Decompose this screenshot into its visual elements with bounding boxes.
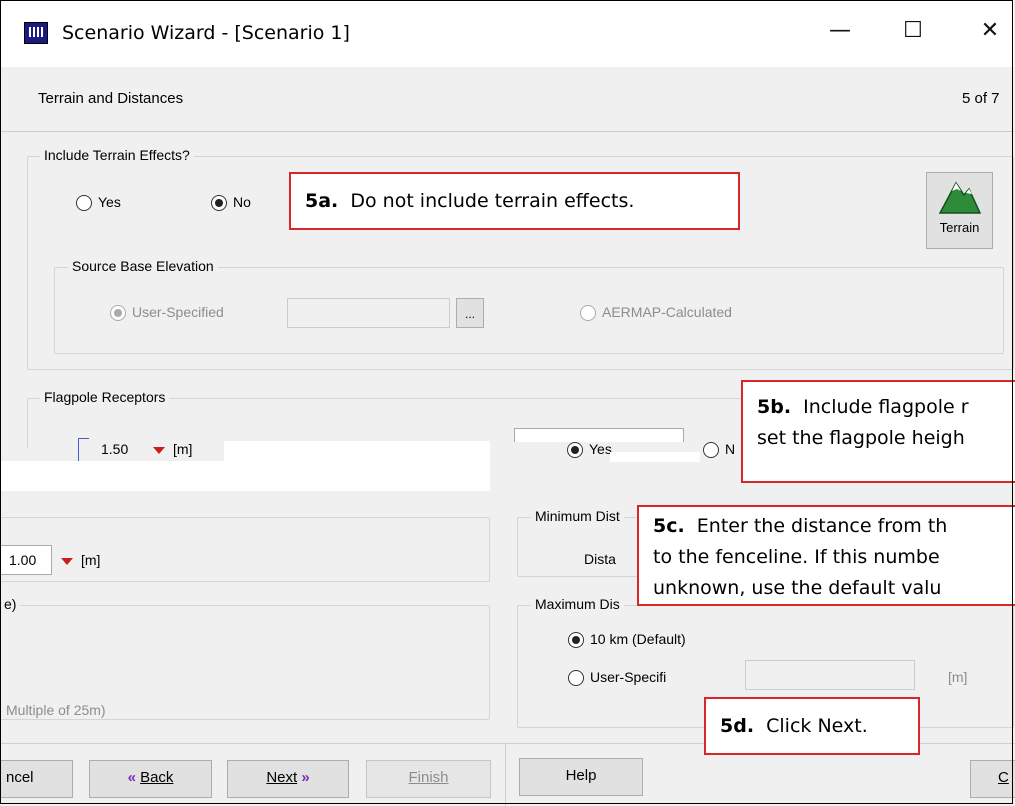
window-frame — [0, 0, 1013, 804]
